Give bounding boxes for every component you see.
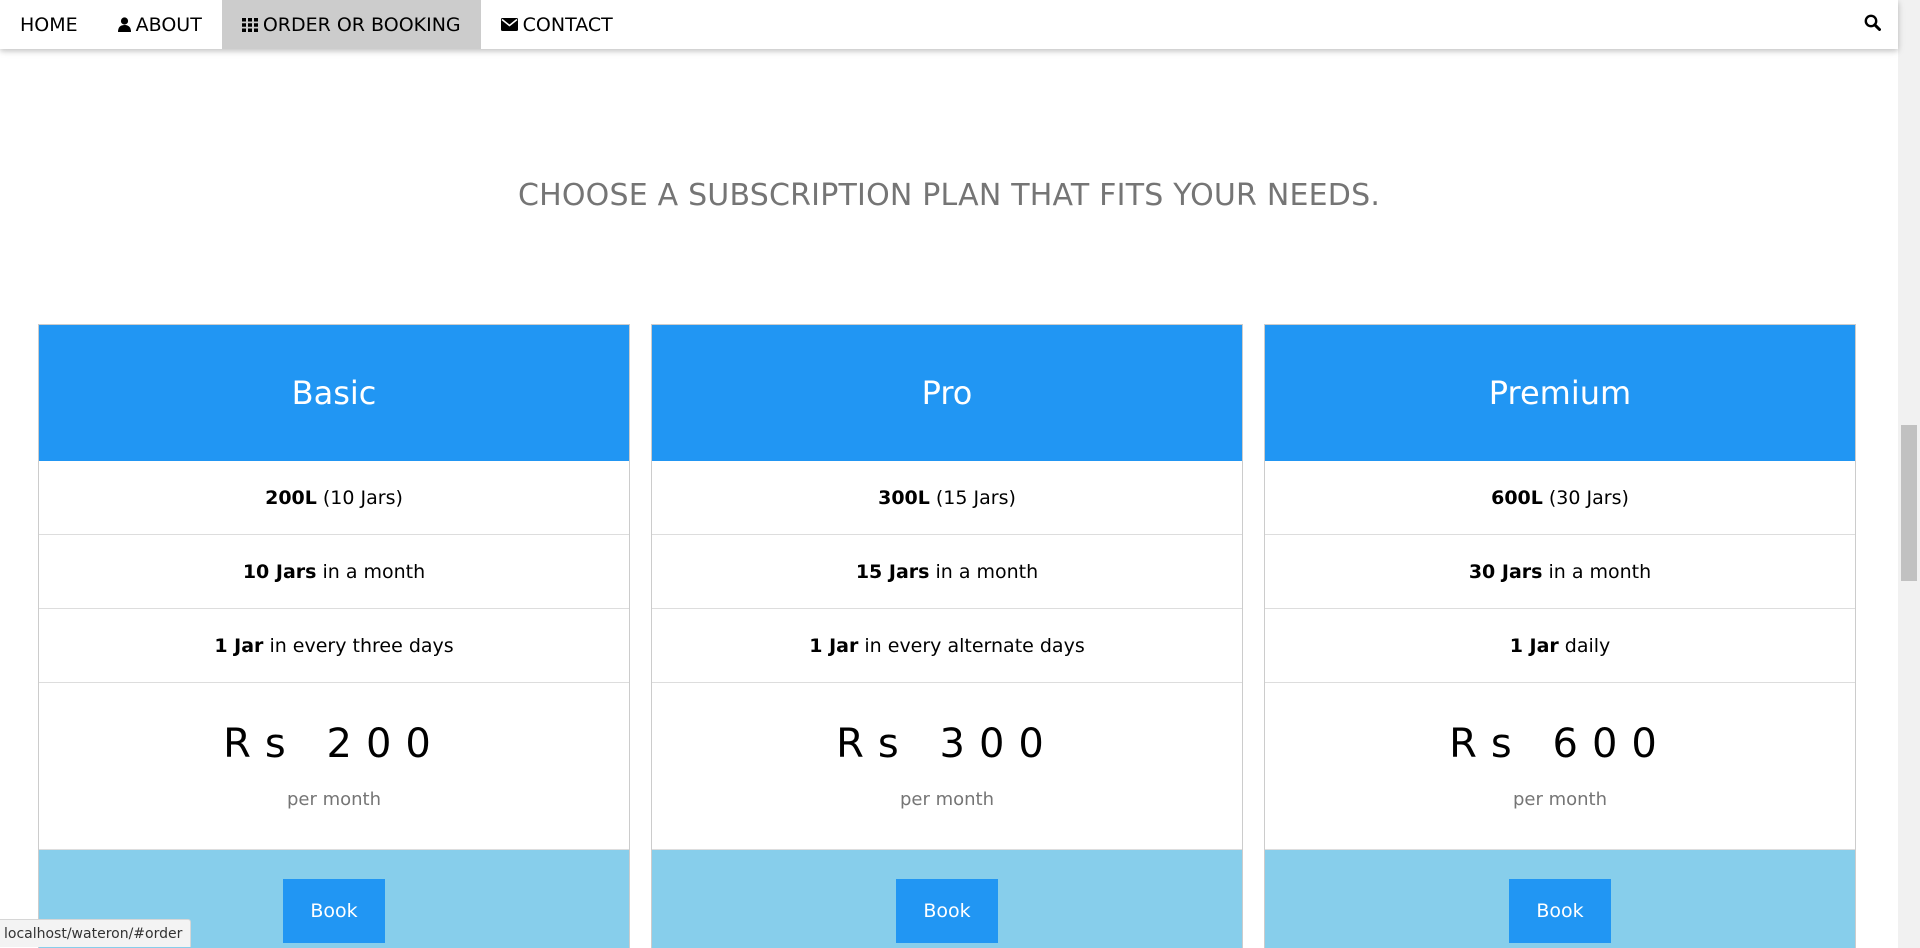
plan-monthly-bold: 15 Jars: [855, 560, 930, 583]
plan-volume-text: (30 Jars): [1548, 486, 1629, 509]
envelope-icon: [500, 18, 518, 31]
plan-name: Pro: [921, 374, 973, 412]
top-navbar: HOME ABOUT ORDER OR BOOKING CONTACT: [0, 0, 1898, 49]
plan-frequency-bold: 1 Jar: [214, 634, 264, 657]
plan-price: Rs 300: [836, 721, 1058, 767]
nav-contact-label: CONTACT: [522, 13, 613, 36]
plan-card-premium: Premium 600L (30 Jars) 30 Jars in a mont…: [1264, 324, 1856, 948]
plan-header: Premium: [1265, 325, 1855, 461]
plan-volume-text: (10 Jars): [322, 486, 403, 509]
book-button-pro[interactable]: Book: [896, 879, 998, 943]
search-button[interactable]: [1846, 0, 1898, 49]
plan-period: per month: [899, 789, 995, 810]
plan-frequency-row: 1 Jar in every three days: [39, 609, 629, 683]
plan-monthly-row: 15 Jars in a month: [652, 535, 1242, 609]
status-bar-url: localhost/wateron/#order: [0, 919, 192, 947]
plan-frequency-text: daily: [1564, 634, 1611, 657]
vertical-scrollbar[interactable]: [1898, 0, 1920, 948]
nav-about[interactable]: ABOUT: [98, 0, 222, 49]
grid-icon: [241, 17, 258, 32]
plan-name: Premium: [1488, 374, 1632, 412]
book-button-premium[interactable]: Book: [1509, 879, 1611, 943]
plan-frequency-bold: 1 Jar: [809, 634, 859, 657]
plan-monthly-row: 10 Jars in a month: [39, 535, 629, 609]
plan-footer: Book: [652, 850, 1242, 948]
nav-home[interactable]: HOME: [0, 0, 98, 49]
nav-about-label: ABOUT: [135, 13, 202, 36]
plan-price: Rs 600: [1449, 721, 1671, 767]
plan-period: per month: [1512, 789, 1608, 810]
page: HOME ABOUT ORDER OR BOOKING CONTACT CHOO…: [0, 0, 1920, 948]
plan-volume-bold: 200L: [265, 486, 317, 509]
plan-frequency-row: 1 Jar daily: [1265, 609, 1855, 683]
plan-frequency-text: in every three days: [269, 634, 454, 657]
search-icon: [1864, 14, 1881, 35]
plan-frequency-text: in every alternate days: [864, 634, 1085, 657]
section-heading: CHOOSE A SUBSCRIPTION PLAN THAT FITS YOU…: [517, 178, 1381, 213]
plan-card-basic: Basic 200L (10 Jars) 10 Jars in a month …: [38, 324, 630, 948]
plan-name: Basic: [291, 374, 377, 412]
plan-header: Basic: [39, 325, 629, 461]
plan-monthly-text: in a month: [935, 560, 1039, 583]
plan-frequency-row: 1 Jar in every alternate days: [652, 609, 1242, 683]
plan-card-pro: Pro 300L (15 Jars) 15 Jars in a month 1 …: [651, 324, 1243, 948]
plan-volume-bold: 600L: [1491, 486, 1543, 509]
nav-order-booking[interactable]: ORDER OR BOOKING: [221, 0, 481, 49]
plan-price-block: Rs 300 per month: [652, 683, 1242, 850]
nav-home-label: HOME: [20, 13, 78, 36]
nav-order-booking-label: ORDER OR BOOKING: [262, 13, 461, 36]
plan-volume-bold: 300L: [878, 486, 930, 509]
plan-frequency-bold: 1 Jar: [1509, 634, 1559, 657]
user-icon: [117, 17, 131, 32]
plan-price-block: Rs 600 per month: [1265, 683, 1855, 850]
plan-header: Pro: [652, 325, 1242, 461]
plan-footer: Book: [1265, 850, 1855, 948]
scrollbar-thumb[interactable]: [1901, 425, 1917, 581]
plan-monthly-text: in a month: [322, 560, 426, 583]
nav-contact[interactable]: CONTACT: [481, 0, 633, 49]
plan-volume-text: (15 Jars): [935, 486, 1016, 509]
plan-volume-row: 300L (15 Jars): [652, 461, 1242, 535]
book-button-basic[interactable]: Book: [283, 879, 385, 943]
plan-period: per month: [286, 789, 382, 810]
plan-price: Rs 200: [223, 721, 445, 767]
plan-monthly-bold: 10 Jars: [242, 560, 317, 583]
plan-monthly-row: 30 Jars in a month: [1265, 535, 1855, 609]
plan-monthly-bold: 30 Jars: [1468, 560, 1543, 583]
plan-monthly-text: in a month: [1548, 560, 1652, 583]
plan-volume-row: 600L (30 Jars): [1265, 461, 1855, 535]
plan-volume-row: 200L (10 Jars): [39, 461, 629, 535]
plan-price-block: Rs 200 per month: [39, 683, 629, 850]
